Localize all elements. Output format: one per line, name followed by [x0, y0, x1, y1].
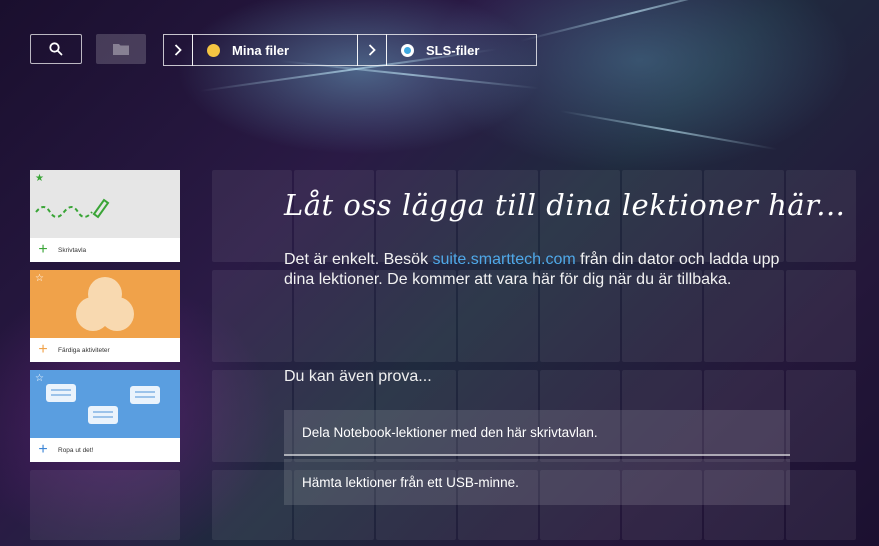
- instructions-text-before: Det är enkelt. Besök: [284, 251, 433, 268]
- search-button[interactable]: [30, 34, 82, 64]
- venn-icon: [76, 277, 134, 331]
- add-icon[interactable]: +: [36, 342, 50, 358]
- option-label: Dela Notebook-lektioner med den här skri…: [302, 424, 598, 440]
- yellow-circle-icon: [207, 43, 220, 57]
- smarttech-link[interactable]: suite.smarttech.com: [433, 251, 576, 268]
- breadcrumb-item-sls-filer[interactable]: SLS-filer: [386, 34, 537, 66]
- also-try-heading: Du kan även prova...: [284, 368, 432, 385]
- activity-label: Skrivtavla: [58, 246, 87, 254]
- add-icon[interactable]: +: [36, 242, 50, 258]
- activity-card-skrivtavla[interactable]: ★ + Skrivtavla: [30, 170, 180, 262]
- breadcrumb-chevron[interactable]: [163, 34, 193, 66]
- activity-thumbnail: ☆: [30, 370, 180, 438]
- add-icon[interactable]: +: [36, 442, 50, 458]
- breadcrumb-chevron[interactable]: [357, 34, 387, 66]
- activity-thumbnail: ★: [30, 170, 180, 238]
- instructions-text: Det är enkelt. Besök suite.smarttech.com…: [284, 250, 804, 290]
- page-title: Låt oss lägga till dina lektioner här...: [284, 188, 846, 222]
- star-icon: ★: [35, 173, 44, 184]
- light-streak: [519, 0, 754, 42]
- option-usb-import[interactable]: Hämta lektioner från ett USB-minne.: [284, 459, 790, 505]
- activity-label: Färdiga aktiviteter: [58, 346, 110, 354]
- light-streak: [559, 110, 777, 151]
- folder-button[interactable]: [96, 34, 146, 64]
- chevron-right-icon: [368, 44, 376, 56]
- activity-card-ropa-ut-det[interactable]: ☆ + Ropa ut det!: [30, 370, 180, 462]
- activity-card-fardiga-aktiviteter[interactable]: ☆ + Färdiga aktiviteter: [30, 270, 180, 362]
- folder-icon: [113, 44, 129, 55]
- target-icon: [401, 43, 414, 57]
- breadcrumb-item-mina-filer[interactable]: Mina filer: [192, 34, 358, 66]
- option-share-notebook[interactable]: Dela Notebook-lektioner med den här skri…: [284, 410, 790, 456]
- star-icon: ☆: [35, 373, 44, 384]
- option-label: Hämta lektioner från ett USB-minne.: [302, 474, 519, 490]
- breadcrumb-label: Mina filer: [232, 42, 290, 58]
- scribble-icon: [35, 198, 110, 219]
- star-icon: ☆: [35, 273, 44, 284]
- speech-bubbles-icon: [46, 384, 160, 424]
- chevron-right-icon: [174, 44, 182, 56]
- activity-thumbnail: ☆: [30, 270, 180, 338]
- breadcrumb-label: SLS-filer: [426, 42, 480, 58]
- search-icon: [49, 42, 63, 56]
- activity-label: Ropa ut det!: [58, 446, 94, 454]
